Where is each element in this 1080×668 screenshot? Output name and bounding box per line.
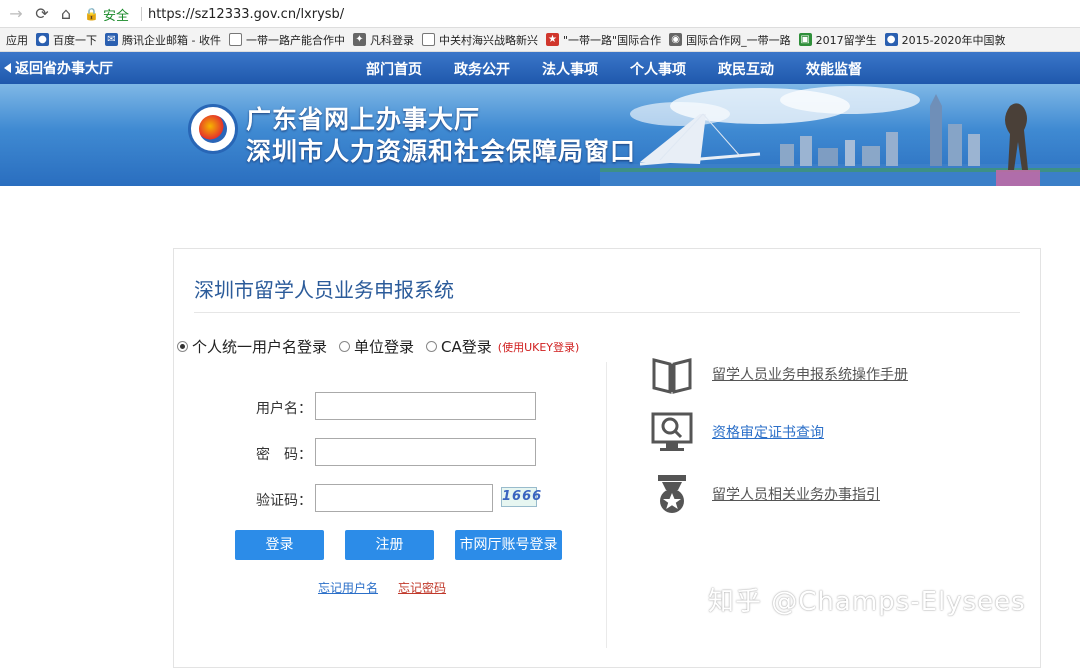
- nav-item-supervision[interactable]: 效能监督: [806, 59, 862, 79]
- url-field[interactable]: 🔒 安全 https://sz12333.gov.cn/lxrysb/: [84, 2, 1080, 26]
- baidu-icon: ●: [36, 33, 49, 46]
- fanke-icon: ✦: [352, 33, 366, 46]
- radio-ca-label[interactable]: CA登录: [441, 336, 492, 357]
- username-input[interactable]: [315, 392, 536, 420]
- doc-icon: [421, 33, 435, 46]
- baidu-icon: ●: [884, 33, 898, 46]
- banner-title-line2: 深圳市人力资源和社会保障局窗口: [246, 137, 637, 166]
- radio-personal-label[interactable]: 个人统一用户名登录: [192, 336, 327, 357]
- doc-icon: [228, 33, 242, 46]
- forgot-username-link[interactable]: 忘记用户名: [318, 579, 378, 596]
- nav-item-interaction[interactable]: 政民互动: [718, 59, 774, 79]
- monitor-search-icon: [650, 410, 694, 454]
- site-nav-bar: 返回省办事大厅 部门首页 政务公开 法人事项 个人事项 政民互动 效能监督: [0, 52, 1080, 84]
- banner-title-line1: 广东省网上办事大厅: [246, 105, 481, 134]
- guide-link-label[interactable]: 留学人员相关业务办事指引: [712, 484, 880, 504]
- site-banner: 广东省网上办事大厅 深圳市人力资源和社会保障局窗口: [0, 84, 1080, 186]
- captcha-input[interactable]: [315, 484, 493, 512]
- nav-item-dept-home[interactable]: 部门首页: [366, 59, 422, 79]
- reload-icon[interactable]: ⟳: [32, 4, 52, 24]
- bookmark-label: 国际合作网_一带一路: [686, 33, 791, 47]
- manual-link-label[interactable]: 留学人员业务申报系统操作手册: [712, 364, 908, 384]
- nav-item-gov-affairs[interactable]: 政务公开: [454, 59, 510, 79]
- bookmark-label: 百度一下: [53, 33, 97, 47]
- forgot-password-link[interactable]: 忘记密码: [398, 579, 446, 596]
- green-box-icon: ▣: [798, 33, 812, 46]
- lock-icon: 🔒: [84, 7, 99, 21]
- bookmark-label: 腾讯企业邮箱 - 收件: [122, 33, 221, 47]
- bookmark-item[interactable]: ★ "一带一路"国际合作: [545, 32, 662, 48]
- captcha-label: 验证码：: [256, 493, 312, 509]
- bookmark-label: 凡科登录: [369, 33, 414, 47]
- register-button[interactable]: 注册: [345, 530, 434, 560]
- radio-unit-login[interactable]: [339, 341, 351, 352]
- password-input[interactable]: [315, 438, 536, 466]
- bookmark-label: 2017留学生: [815, 33, 877, 47]
- captcha-image[interactable]: 1666: [501, 487, 541, 507]
- city-account-login-button[interactable]: 市网厅账号登录: [455, 530, 562, 560]
- login-button[interactable]: 登录: [235, 530, 324, 560]
- bookmark-item[interactable]: ✦ 凡科登录: [352, 32, 414, 48]
- globe-icon: ◉: [669, 33, 683, 46]
- back-arrow-icon: [4, 63, 11, 73]
- bookmark-item[interactable]: ◉ 国际合作网_一带一路: [669, 32, 791, 48]
- nav-item-legal-person[interactable]: 法人事项: [542, 59, 598, 79]
- certificate-query-link-label[interactable]: 资格审定证书查询: [712, 422, 824, 442]
- radio-personal-login[interactable]: [177, 341, 188, 352]
- emblem-icon: ★: [545, 33, 559, 46]
- ukey-note: (使用UKEY登录): [497, 340, 580, 354]
- mail-icon: ✉: [105, 33, 118, 46]
- url-text[interactable]: https://sz12333.gov.cn/lxrysb/: [148, 7, 344, 22]
- password-label: 密 码：: [256, 447, 312, 463]
- bookmark-apps[interactable]: 应用: [6, 32, 28, 48]
- bookmark-label: 中关村海兴战略新兴: [438, 33, 538, 47]
- side-link-manual[interactable]: 留学人员业务申报系统操作手册: [650, 352, 908, 396]
- watermark-text: 知乎 @Champs-Elysees: [708, 587, 1026, 617]
- badge-star-icon: [650, 472, 694, 516]
- secure-label: 安全: [102, 8, 129, 24]
- bookmark-label: 应用: [6, 33, 28, 47]
- bookmarks-bar: 应用 ● 百度一下 ✉ 腾讯企业邮箱 - 收件 一带一路产能合作中 ✦ 凡科登录 中关…: [0, 28, 1080, 52]
- home-icon[interactable]: ⌂: [56, 4, 76, 24]
- login-mode-group: 个人统一用户名登录 单位登录 CA登录 (使用UKEY登录): [177, 336, 579, 357]
- bookmark-item[interactable]: ● 百度一下: [36, 32, 97, 48]
- side-link-guide[interactable]: 留学人员相关业务办事指引: [650, 472, 880, 516]
- bookmark-label: 2015-2020年中国敦: [901, 33, 1006, 47]
- radio-ca-login[interactable]: [426, 341, 438, 352]
- bookmark-item[interactable]: ▣ 2017留学生: [798, 32, 877, 48]
- bookmark-item[interactable]: 一带一路产能合作中: [228, 32, 345, 48]
- book-icon: [650, 352, 694, 396]
- title-divider: [194, 312, 1020, 313]
- back-to-hall-label: 返回省办事大厅: [15, 61, 113, 77]
- bookmark-label: 一带一路产能合作中: [245, 33, 345, 47]
- bookmark-item[interactable]: ● 2015-2020年中国敦: [884, 32, 1006, 48]
- site-nav-menu: 部门首页 政务公开 法人事项 个人事项 政民互动 效能监督: [366, 59, 894, 79]
- back-to-hall-link[interactable]: 返回省办事大厅: [0, 58, 113, 78]
- bookmark-item[interactable]: ✉ 腾讯企业邮箱 - 收件: [105, 32, 221, 48]
- radio-unit-label[interactable]: 单位登录: [354, 336, 414, 357]
- panel-column-divider: [606, 362, 607, 648]
- bookmark-item[interactable]: 中关村海兴战略新兴: [421, 32, 538, 48]
- side-link-certificate-query[interactable]: 资格审定证书查询: [650, 410, 824, 454]
- url-separator: [140, 7, 142, 21]
- username-label: 用户名：: [256, 401, 312, 417]
- guangdong-logo-icon: [188, 104, 238, 154]
- system-title: 深圳市留学人员业务申报系统: [194, 278, 454, 302]
- nav-item-personal[interactable]: 个人事项: [630, 59, 686, 79]
- bookmark-label: "一带一路"国际合作: [562, 33, 662, 47]
- back-arrow-icon[interactable]: →: [6, 4, 26, 24]
- browser-address-bar: → ⟳ ⌂ 🔒 安全 https://sz12333.gov.cn/lxrysb…: [0, 0, 1080, 28]
